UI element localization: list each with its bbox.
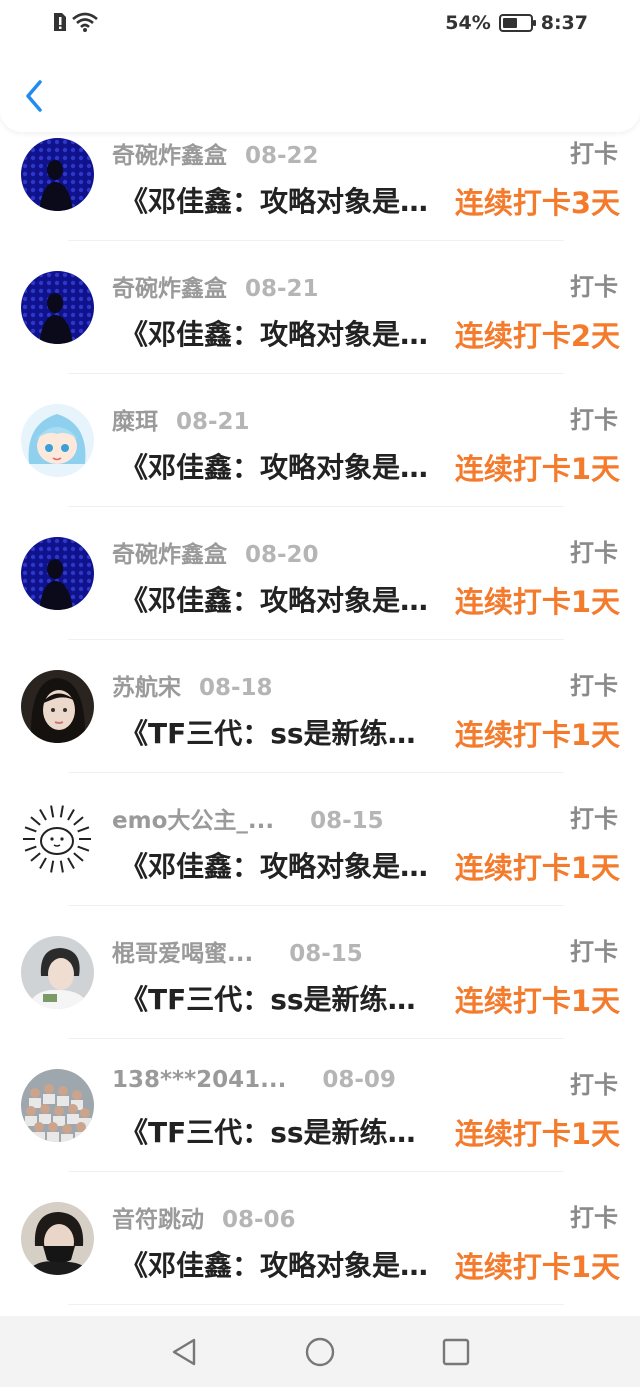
user-name[interactable]: 棍哥爱喝蜜... [112, 934, 253, 968]
streak-label: 连续打卡3天 [454, 186, 620, 220]
post-date: 08-18 [199, 675, 273, 701]
streak-label: 连续打卡1天 [454, 984, 620, 1018]
book-title[interactable]: 《邓佳鑫：攻略对象是野王哥哥》 [120, 579, 432, 619]
list-item[interactable]: emo大公主_... 08-15 打卡《邓佳鑫：攻略对象是野王哥哥》连续打卡1天 [0, 773, 640, 906]
chevron-left-icon [26, 80, 42, 112]
checkin-tag: 打卡 [570, 1071, 618, 1099]
system-nav-bar [0, 1316, 640, 1387]
book-title[interactable]: 《邓佳鑫：攻略对象是野王哥哥》 [120, 313, 432, 353]
list-item[interactable]: 奇碗炸鑫盒 08-20 打卡《邓佳鑫：攻略对象是野王哥哥》连续打卡1天 [0, 507, 640, 640]
streak-label: 连续打卡1天 [454, 585, 620, 619]
avatar[interactable] [21, 936, 94, 1009]
user-name[interactable]: 奇碗炸鑫盒 [112, 269, 227, 303]
header [0, 52, 640, 132]
item-meta: 奇碗炸鑫盒 08-21 [112, 269, 319, 303]
nav-back-button[interactable] [164, 1332, 204, 1372]
checkin-tag: 打卡 [570, 1204, 618, 1232]
user-name[interactable]: 奇碗炸鑫盒 [112, 535, 227, 569]
user-name[interactable]: 奇碗炸鑫盒 [112, 136, 227, 170]
square-recents-icon [442, 1338, 470, 1365]
post-date: 08-20 [245, 542, 319, 568]
streak-label: 连续打卡1天 [454, 851, 620, 885]
list-item[interactable]: 138***2041... 08-09 打卡《TF三代：ss是新练习生》连续打卡1天 [0, 1039, 640, 1172]
book-title[interactable]: 《邓佳鑫：攻略对象是野王哥哥》 [120, 446, 432, 486]
avatar[interactable] [21, 138, 94, 211]
avatar[interactable] [21, 1202, 94, 1275]
status-right: 54% 8:37 [445, 12, 588, 34]
post-date: 08-22 [245, 143, 319, 169]
post-date: 08-06 [222, 1207, 296, 1233]
streak-label: 连续打卡1天 [454, 1250, 620, 1284]
back-button[interactable] [18, 76, 52, 116]
list-item[interactable]: 奇碗炸鑫盒 08-21 打卡《邓佳鑫：攻略对象是野王哥哥》连续打卡2天 [0, 241, 640, 374]
sim-alert-icon [54, 13, 66, 31]
user-name[interactable]: 音符跳动 [112, 1200, 204, 1234]
book-title[interactable]: 《邓佳鑫：攻略对象是野王哥哥》 [120, 1244, 432, 1284]
post-date: 08-09 [322, 1067, 396, 1093]
book-title[interactable]: 《邓佳鑫：攻略对象是野王哥哥》 [120, 845, 432, 885]
list-item[interactable]: 音符跳动 08-06 打卡《邓佳鑫：攻略对象是野王哥哥》连续打卡1天 [0, 1172, 640, 1305]
clock: 8:37 [540, 12, 588, 34]
checkin-tag: 打卡 [570, 805, 618, 833]
circle-home-icon [305, 1337, 335, 1366]
avatar[interactable] [21, 537, 94, 610]
nav-recents-button[interactable] [436, 1332, 476, 1372]
status-icons [52, 12, 98, 32]
streak-label: 连续打卡2天 [454, 319, 620, 353]
post-date: 08-21 [245, 276, 319, 302]
avatar[interactable] [21, 670, 94, 743]
streak-label: 连续打卡1天 [454, 452, 620, 486]
avatar[interactable] [21, 271, 94, 344]
checkin-tag: 打卡 [570, 539, 618, 567]
post-date: 08-21 [176, 409, 250, 435]
divider [68, 1304, 564, 1305]
user-name[interactable]: emo大公主_... [112, 801, 274, 835]
book-title[interactable]: 《邓佳鑫：攻略对象是野王哥哥》 [120, 180, 432, 220]
checkin-tag: 打卡 [570, 273, 618, 301]
wifi-icon [72, 12, 98, 32]
item-meta: 苏航宋 08-18 [112, 668, 273, 702]
post-date: 08-15 [289, 941, 363, 967]
avatar[interactable] [21, 1069, 94, 1142]
list-item[interactable]: 棍哥爱喝蜜... 08-15 打卡《TF三代：ss是新练习生》连续打卡1天 [0, 906, 640, 1039]
list-item[interactable]: 糜珥 08-21 打卡《邓佳鑫：攻略对象是野王哥哥》连续打卡1天 [0, 374, 640, 507]
checkin-list: 奇碗炸鑫盒08-22打卡《邓佳鑫：攻略对象是野王哥哥》连续打卡3天奇碗炸鑫盒08… [0, 108, 640, 1305]
user-name[interactable]: 糜珥 [112, 402, 158, 436]
item-meta: 138***2041... 08-09 [112, 1067, 396, 1093]
checkin-tag: 打卡 [570, 406, 618, 434]
status-bar: 54% 8:37 [0, 0, 640, 52]
checkin-tag: 打卡 [570, 672, 618, 700]
streak-label: 连续打卡1天 [454, 718, 620, 752]
streak-label: 连续打卡1天 [454, 1117, 620, 1151]
battery-percent: 54% [445, 12, 491, 34]
user-name[interactable]: 苏航宋 [112, 668, 181, 702]
list-item[interactable]: 苏航宋 08-18 打卡《TF三代：ss是新练习生》连续打卡1天 [0, 640, 640, 773]
item-meta: 棍哥爱喝蜜... 08-15 [112, 934, 363, 968]
post-date: 08-15 [310, 808, 384, 834]
checkin-tag: 打卡 [570, 938, 618, 966]
item-meta: emo大公主_... 08-15 [112, 801, 384, 835]
avatar[interactable] [21, 803, 94, 876]
user-name[interactable]: 138***2041... [112, 1067, 286, 1093]
item-meta: 音符跳动 08-06 [112, 1200, 296, 1234]
book-title[interactable]: 《TF三代：ss是新练习生》 [120, 978, 432, 1018]
nav-home-button[interactable] [300, 1332, 340, 1372]
item-meta: 奇碗炸鑫盒 08-20 [112, 535, 319, 569]
avatar[interactable] [21, 404, 94, 477]
checkin-tag: 打卡 [570, 140, 618, 168]
item-meta: 糜珥 08-21 [112, 402, 250, 436]
book-title[interactable]: 《TF三代：ss是新练习生》 [120, 712, 432, 752]
triangle-back-icon [172, 1338, 196, 1365]
book-title[interactable]: 《TF三代：ss是新练习生》 [120, 1111, 432, 1151]
battery-icon [498, 14, 536, 32]
item-meta: 奇碗炸鑫盒 08-22 [112, 136, 319, 170]
